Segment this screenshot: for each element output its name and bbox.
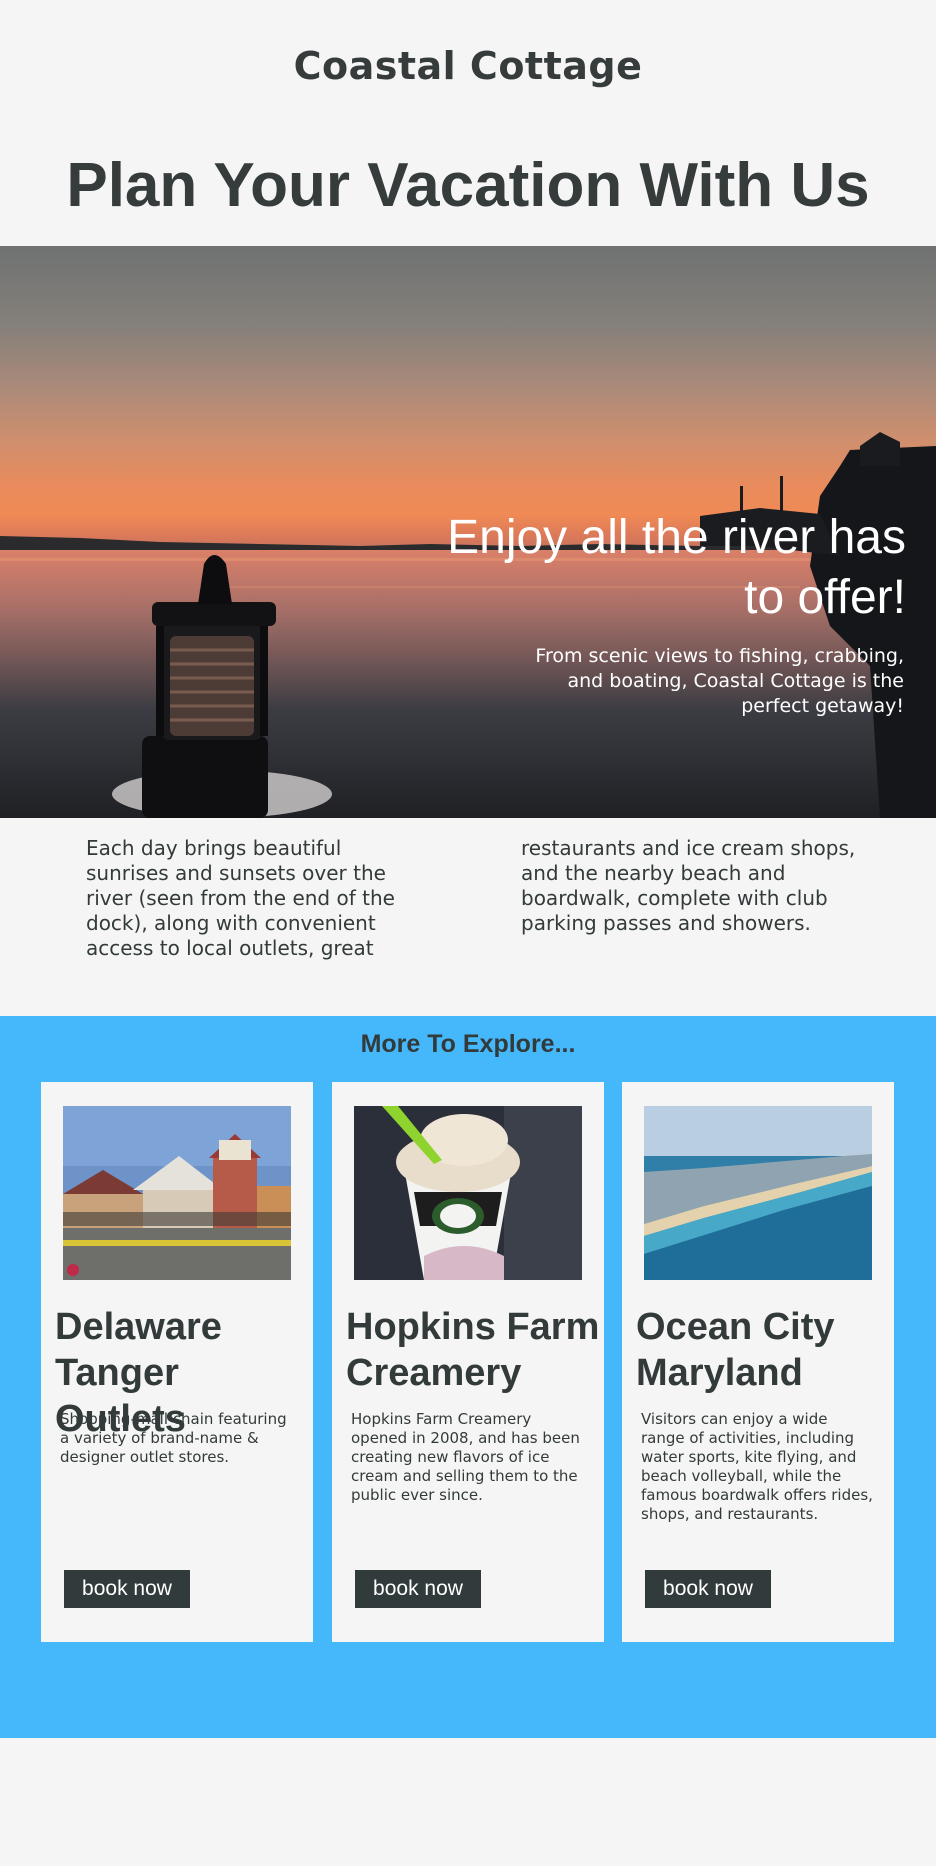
hero-subtitle: From scenic views to fishing, crabbing, … [535, 645, 904, 717]
card-description: Hopkins Farm Creamery opened in 2008, an… [351, 1410, 580, 1504]
ice-cream-image [354, 1106, 582, 1280]
card-title: Ocean City Maryland [636, 1306, 835, 1394]
page-headline: Plan Your Vacation With Us [66, 151, 870, 220]
explore-section: More To Explore... Delaware Tanger Outle… [0, 1016, 936, 1738]
hero-banner: Enjoy all the river has to offer! From s… [0, 246, 936, 818]
explore-title: More To Explore... [360, 1030, 576, 1058]
book-now-button[interactable]: book now [645, 1570, 771, 1608]
site-brand: Coastal Cottage [293, 44, 643, 88]
intro-text: Each day brings beautiful sunrises and s… [86, 836, 856, 960]
card-delaware-tanger-outlets: Delaware Tanger Outlets Shopping-mall ch… [41, 1082, 313, 1642]
beach-aerial-image [644, 1106, 872, 1280]
book-now-button[interactable]: book now [355, 1570, 481, 1608]
card-description: Shopping-mall chain featuring a variety … [60, 1410, 287, 1466]
book-now-button[interactable]: book now [64, 1570, 190, 1608]
hero-title: Enjoy all the river has to offer! [447, 511, 906, 624]
card-title: Hopkins Farm Creamery [346, 1306, 600, 1394]
card-ocean-city-maryland: Ocean City Maryland Visitors can enjoy a… [622, 1082, 894, 1642]
card-hopkins-farm-creamery: Hopkins Farm Creamery Hopkins Farm Cream… [332, 1082, 604, 1642]
outlet-mall-image [63, 1106, 291, 1280]
card-description: Visitors can enjoy a wide range of activ… [641, 1410, 873, 1523]
